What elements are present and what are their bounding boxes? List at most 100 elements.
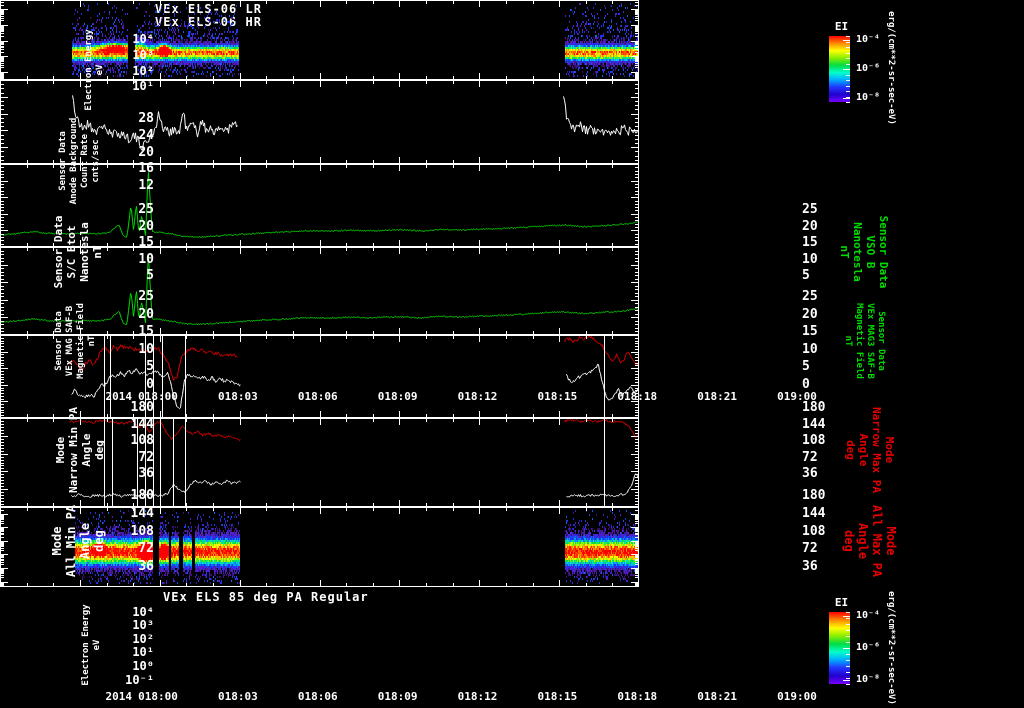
time-tick-label-bot: 018:18 — [617, 690, 658, 703]
y-tick-label-left: 24 — [138, 127, 154, 143]
time-tick-label-bot: 018:09 — [377, 690, 418, 703]
time-tick-label-bot: 018:03 — [218, 690, 258, 703]
time-tick-label-mid: 018:15 — [537, 390, 578, 403]
y-tick-label-left: 10⁰ — [132, 659, 154, 674]
y-tick-label-right: 72 — [802, 449, 818, 465]
y-tick-label-right: 180 — [802, 400, 826, 415]
axis-label-line: Magnetic Field — [854, 303, 864, 379]
colorbar-minor-tick — [846, 630, 850, 631]
axis-label-line: Electron Energy — [84, 29, 94, 111]
vex-mag-saf-b-magnetic-field-right-axis-label: Sensor Data VEx MAG3 SAF-B Magnetic Field n… — [842, 303, 886, 379]
axis-label-line: Anode Background — [69, 117, 79, 205]
y-tick-label-left: 108 — [130, 433, 154, 449]
colorbar-major-tick — [843, 98, 850, 99]
colorbar-bottom-label: EI — [834, 596, 849, 609]
y-tick-label-left: 0 — [146, 377, 154, 392]
colorbar-minor-tick — [846, 642, 850, 643]
colorbar-minor-tick — [846, 80, 850, 81]
colorbar-minor-tick — [846, 47, 850, 48]
colorbar-minor-tick — [846, 624, 850, 625]
colorbar-top-label: EI — [834, 20, 849, 33]
colorbar-minor-tick — [846, 102, 850, 103]
time-tick-label-mid: 018:09 — [377, 390, 418, 403]
time-tick-label-mid: 018:06 — [297, 390, 338, 403]
axis-label-line: S/C Btot — [65, 225, 78, 278]
y-tick-label-left: 10⁴ — [132, 604, 154, 619]
colorbar-major-tick — [843, 680, 850, 681]
colorbar-major-tick — [843, 648, 850, 649]
colorbar-tick-label: 10⁻⁸ — [856, 674, 881, 685]
colorbar-minor-tick — [846, 91, 850, 92]
axis-label-line: VSO B — [864, 234, 877, 269]
y-tick-label-left: 10¹ — [132, 645, 154, 660]
y-tick-label-right: 180 — [802, 488, 826, 503]
y-tick-label-left: 15 — [138, 235, 154, 251]
y-tick-label-left: 25 — [138, 289, 154, 304]
y-tick-label-left: 108 — [130, 523, 154, 539]
y-tick-label-left: 5 — [146, 268, 154, 284]
colorbar-tick-label: 10⁻⁴ — [856, 610, 881, 621]
axis-label-line: deg — [844, 439, 857, 460]
axis-label-line: Narrow Max PA — [870, 406, 883, 493]
mode-all-pa-angle-left-axis-label: Mode All Min PA Angle deg — [50, 504, 106, 576]
axis-label-line: Electron Energy — [81, 604, 91, 686]
y-tick-label-left: 10⁻¹ — [125, 672, 154, 687]
colorbar-minor-tick — [846, 53, 850, 54]
axis-label-line: Sensor Data — [52, 215, 65, 288]
colorbar-minor-tick — [846, 678, 850, 679]
y-tick-label-left: 20 — [138, 218, 154, 234]
colorbar-major-tick — [843, 616, 850, 617]
axis-label-line: Magnetic Field — [76, 303, 86, 379]
colorbar-minor-tick — [846, 666, 850, 667]
y-tick-label-left: 10 — [138, 341, 154, 357]
mode-narrow-pa-angle-left-axis-label: Mode Narrow Min PA Angle deg — [54, 406, 106, 492]
axis-label-line: Sensor Data — [54, 311, 64, 371]
vex-mag-saf-b-magnetic-field-left-axis-label: Sensor Data VEx MAG SAF-B Magnetic Field nT — [54, 303, 98, 379]
axis-label-line: Mode — [883, 436, 896, 463]
axis-label-line: Sensor Data — [877, 215, 890, 288]
axis-label-line: Nanotesla — [78, 221, 91, 282]
time-tick-label-mid: 018:21 — [697, 390, 737, 403]
y-tick-label-left: 72 — [138, 449, 154, 465]
axis-label-line: deg — [92, 529, 106, 552]
colorbar-minor-tick — [846, 660, 850, 661]
time-tick-label-mid: 018:03 — [218, 390, 258, 403]
y-tick-label-left: 10³ — [132, 618, 154, 633]
panel7-title: VEx ELS 85 deg PA Regular — [163, 590, 369, 604]
y-tick-label-right: 36 — [802, 466, 818, 482]
y-tick-label-left: 16 — [138, 161, 154, 177]
axis-label-line: eV — [92, 639, 102, 651]
anode-background-count-rate-left-axis-label: Sensor Data Anode Background Count Rate cnt… — [58, 118, 102, 205]
colorbar-major-tick — [843, 40, 850, 41]
axis-label-line: Sensor Data — [876, 311, 886, 371]
y-tick-label-right: 108 — [802, 433, 826, 449]
axis-label-line: All Max PA — [870, 504, 884, 577]
colorbar-bottom-unit: erg/(cm**2-sr-sec-eV) — [886, 591, 896, 705]
axis-label-line: VEx MAG SAF-B — [65, 305, 75, 377]
colorbar-tick-label: 10⁻⁶ — [856, 63, 881, 74]
colorbar-minor-tick — [846, 618, 850, 619]
time-tick-label-bot: 018:00 — [138, 690, 178, 703]
y-tick-label-left: 12 — [138, 178, 154, 194]
y-tick-label-left: 15 — [138, 324, 154, 340]
axis-label-line: deg — [842, 529, 856, 552]
time-tick-label-mid: 018:18 — [617, 390, 658, 403]
colorbar-top-unit: erg/(cm**2-sr-sec-eV) — [886, 11, 896, 125]
axis-label-line: Count Rate — [80, 133, 90, 189]
axis-label-line: nT — [843, 335, 853, 347]
y-tick-label-left: 28 — [138, 111, 154, 126]
mode-narrow-pa-angle-right-axis-label: Mode Narrow Max PA Angle deg — [844, 406, 896, 492]
y-tick-label-left: 36 — [138, 559, 154, 575]
electron-energy-spectrogram-85deg-pa-left-axis-label: Electron Energy eV — [81, 604, 103, 685]
y-tick-label-left: 144 — [130, 505, 154, 521]
axis-label-line: Sensor Data — [58, 131, 68, 191]
axis-label-line: Mode — [884, 526, 898, 555]
axis-label-line: deg — [93, 439, 106, 460]
colorbar-minor-tick — [846, 64, 850, 65]
y-tick-label-left: 36 — [138, 466, 154, 482]
colorbar-major-tick — [843, 69, 850, 70]
y-tick-label-right: 144 — [802, 416, 826, 432]
colorbar-minor-tick — [846, 636, 850, 637]
colorbar-minor-tick — [846, 36, 850, 37]
axis-label-line: eV — [95, 64, 105, 76]
